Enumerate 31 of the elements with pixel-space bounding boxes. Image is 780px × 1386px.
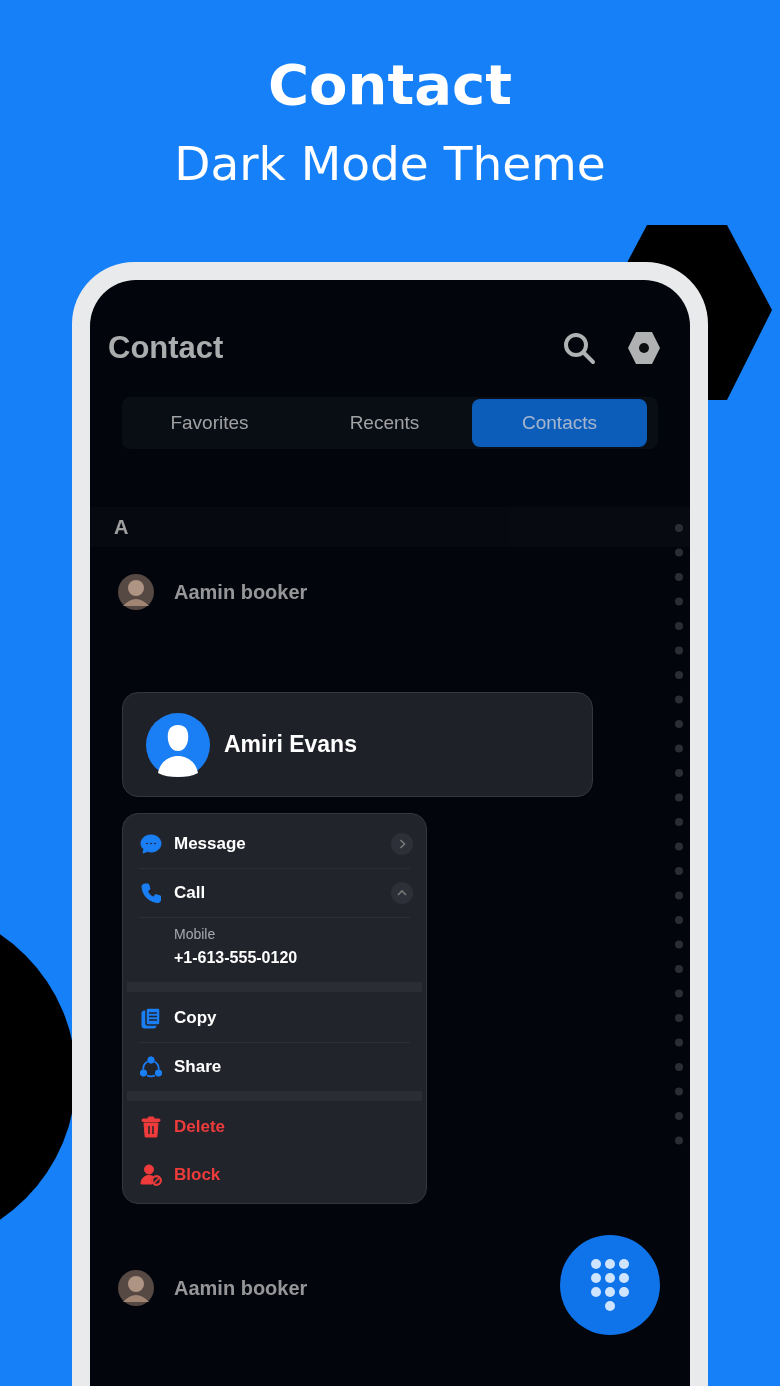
tab[interactable]: Recents [297,399,472,447]
person-blocked-icon [140,1164,162,1186]
chat-bubble-icon [140,833,162,855]
contact-name[interactable]: Aamin booker [174,1276,308,1300]
banner-subtitle: Dark Mode Theme [174,135,606,193]
chevron-right-icon[interactable] [391,833,413,855]
contact-name[interactable]: Aamin booker [174,580,308,604]
menu-item[interactable]: Message [123,820,426,868]
dialpad-icon [590,1258,630,1312]
trash-icon [140,1116,162,1138]
tab[interactable]: Favorites [122,399,297,447]
menu-item[interactable]: Block [123,1151,426,1199]
menu-item[interactable]: Copy [123,994,426,1042]
share-icon [140,1056,162,1078]
menu-item[interactable]: Delete [123,1103,426,1151]
avatar [118,1270,154,1306]
app-title: Contact [108,330,224,366]
settings-icon[interactable] [626,330,662,366]
avatar-icon [146,712,210,777]
phone-number[interactable]: +1-613-555-0120 [174,946,410,970]
phone-label: Mobile [174,925,217,944]
copy-icon [140,1007,162,1029]
chevron-up-icon[interactable] [391,882,413,904]
banner-title: Contact [268,52,512,118]
phone-icon [140,882,162,904]
section-letter: A [114,515,129,539]
menu-item[interactable]: Share [123,1043,426,1091]
search-icon[interactable] [562,331,596,365]
contact-name: Amiri Evans [224,731,357,758]
menu-item[interactable]: Call [123,869,426,917]
avatar [118,574,154,610]
